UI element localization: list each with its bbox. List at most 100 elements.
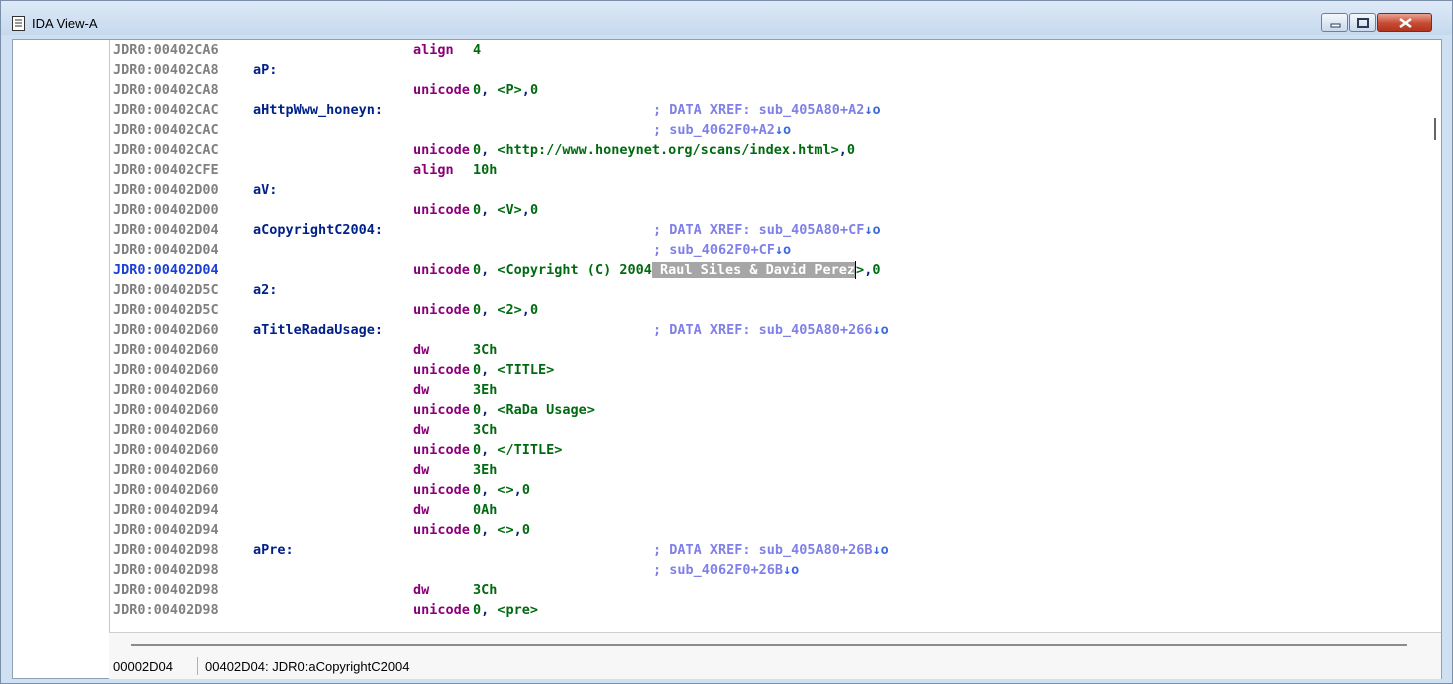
scrollbar-thumb[interactable] [1434, 118, 1436, 140]
label-name[interactable]: aP: [253, 60, 277, 80]
xref-comment[interactable]: ; DATA XREF: sub_405A80+A2↓o [653, 100, 881, 120]
restore-button[interactable] [1349, 13, 1376, 32]
address[interactable]: JDR0:00402CFE [113, 160, 219, 180]
address[interactable]: JDR0:00402D04 [113, 260, 219, 280]
mnemonic[interactable]: unicode [413, 520, 470, 540]
operands[interactable]: 0, <2>,0 [473, 300, 538, 320]
operands[interactable]: 0Ah [473, 500, 497, 520]
address[interactable]: JDR0:00402D60 [113, 460, 219, 480]
listing-line[interactable]: JDR0:00402D60 unicode 0, <RaDa Usage> [110, 400, 1410, 420]
label-name[interactable]: a2: [253, 280, 277, 300]
address[interactable]: JDR0:00402D60 [113, 340, 219, 360]
vertical-scrollbar[interactable] [1429, 40, 1441, 632]
listing-line[interactable]: JDR0:00402D60 dw 3Eh [110, 380, 1410, 400]
listing-line[interactable]: •JDR0:00402D98dw3Ch [110, 580, 1410, 600]
listing-line[interactable]: •JDR0:00402D5Cunicode0, <2>,0 [110, 300, 1410, 320]
mnemonic[interactable]: unicode [413, 360, 470, 380]
listing-line[interactable]: JDR0:00402D5C a2: [110, 280, 1410, 300]
xref-comment[interactable]: ; DATA XREF: sub_405A80+26B↓o [653, 540, 889, 560]
listing-line[interactable]: •JDR0:00402D60dw3Ch [110, 340, 1410, 360]
operands[interactable]: 0, </TITLE> [473, 440, 562, 460]
listing-line[interactable]: JDR0:00402D98 unicode 0, <pre> [110, 600, 1410, 620]
operands[interactable]: 3Ch [473, 580, 497, 600]
address[interactable]: JDR0:00402D04 [113, 240, 219, 260]
mnemonic[interactable]: dw [413, 340, 429, 360]
listing-line[interactable]: JDR0:00402D60 dw 3Eh [110, 460, 1410, 480]
operands[interactable]: 3Ch [473, 340, 497, 360]
address[interactable]: JDR0:00402CA8 [113, 60, 219, 80]
listing-line[interactable]: JDR0:00402D60 unicode 0, <TITLE> [110, 360, 1410, 380]
mnemonic[interactable]: dw [413, 580, 429, 600]
address[interactable]: JDR0:00402D60 [113, 400, 219, 420]
label-name[interactable]: aCopyrightC2004: [253, 220, 383, 240]
listing-line[interactable]: JDR0:00402D98 aPre: ; DATA XREF: sub_405A8… [110, 540, 1410, 560]
address[interactable]: JDR0:00402D60 [113, 480, 219, 500]
listing-line[interactable]: JDR0:00402D60 unicode 0, <>,0 [110, 480, 1410, 500]
listing-line[interactable]: •JDR0:00402CA8unicode0, <P>,0 [110, 80, 1410, 100]
address[interactable]: JDR0:00402CAC [113, 140, 219, 160]
listing-line[interactable]: JDR0:00402D60 unicode 0, </TITLE> [110, 440, 1410, 460]
listing-line[interactable]: •JDR0:00402CA6align4 [110, 40, 1410, 60]
listing-line[interactable]: JDR0:00402CAC ; sub_4062F0+A2↓o [110, 120, 1410, 140]
mnemonic[interactable]: unicode [413, 260, 470, 280]
mnemonic[interactable]: unicode [413, 300, 470, 320]
address[interactable]: JDR0:00402CAC [113, 120, 219, 140]
operands[interactable]: 0, <Copyright (C) 2004 Raul Siles & Davi… [473, 260, 880, 280]
address[interactable]: JDR0:00402D60 [113, 360, 219, 380]
listing-line[interactable]: •JDR0:00402D00unicode0, <V>,0 [110, 200, 1410, 220]
address[interactable]: JDR0:00402D00 [113, 200, 219, 220]
operands[interactable]: 0, <V>,0 [473, 200, 538, 220]
listing-line[interactable]: •JDR0:00402CACunicode0, <http://www.hone… [110, 140, 1410, 160]
operands[interactable]: 0, <pre> [473, 600, 538, 620]
address[interactable]: JDR0:00402D60 [113, 320, 219, 340]
listing-line[interactable]: JDR0:00402D04 ; sub_4062F0+CF↓o [110, 240, 1410, 260]
listing-line[interactable]: •JDR0:00402D04unicode0, <Copyright (C) 2… [110, 260, 1410, 280]
mnemonic[interactable]: unicode [413, 480, 470, 500]
mnemonic[interactable]: dw [413, 500, 429, 520]
listing-line[interactable]: JDR0:00402D60 dw 3Ch [110, 420, 1410, 440]
operands[interactable]: 0, <RaDa Usage> [473, 400, 595, 420]
address[interactable]: JDR0:00402D60 [113, 440, 219, 460]
operands[interactable]: 3Ch [473, 420, 497, 440]
listing-line[interactable]: •JDR0:00402CFEalign10h [110, 160, 1410, 180]
listing-line[interactable]: •JDR0:00402D94dw0Ah [110, 500, 1410, 520]
xref-comment[interactable]: ; DATA XREF: sub_405A80+266↓o [653, 320, 889, 340]
address[interactable]: JDR0:00402CA8 [113, 80, 219, 100]
address[interactable]: JDR0:00402D98 [113, 600, 219, 620]
address[interactable]: JDR0:00402CAC [113, 100, 219, 120]
mnemonic[interactable]: dw [413, 460, 429, 480]
mnemonic[interactable]: align [413, 160, 454, 180]
operands[interactable]: 3Eh [473, 380, 497, 400]
address[interactable]: JDR0:00402D60 [113, 380, 219, 400]
address[interactable]: JDR0:00402D5C [113, 300, 219, 320]
label-name[interactable]: aPre: [253, 540, 294, 560]
mnemonic[interactable]: align [413, 40, 454, 60]
xref-comment[interactable]: ; sub_4062F0+26B↓o [653, 560, 799, 580]
listing-line[interactable]: JDR0:00402D94 unicode 0, <>,0 [110, 520, 1410, 540]
operands[interactable]: 0, <TITLE> [473, 360, 554, 380]
address[interactable]: JDR0:00402D94 [113, 500, 219, 520]
close-button[interactable] [1377, 13, 1432, 32]
label-name[interactable]: aTitleRadaUsage: [253, 320, 383, 340]
xref-comment[interactable]: ; DATA XREF: sub_405A80+CF↓o [653, 220, 881, 240]
mnemonic[interactable]: unicode [413, 200, 470, 220]
operands[interactable]: 4 [473, 40, 481, 60]
minimize-button[interactable] [1321, 13, 1348, 32]
listing-line[interactable]: JDR0:00402CAC aHttpWww_honeyn: ; DATA XREF… [110, 100, 1410, 120]
operands[interactable]: 0, <http://www.honeynet.org/scans/index.… [473, 140, 855, 160]
operands[interactable]: 0, <>,0 [473, 520, 530, 540]
listing-line[interactable]: JDR0:00402CA8 aP: [110, 60, 1410, 80]
address[interactable]: JDR0:00402D94 [113, 520, 219, 540]
mnemonic[interactable]: unicode [413, 400, 470, 420]
mnemonic[interactable]: dw [413, 380, 429, 400]
xref-comment[interactable]: ; sub_4062F0+CF↓o [653, 240, 791, 260]
address[interactable]: JDR0:00402D00 [113, 180, 219, 200]
listing-line[interactable]: JDR0:00402D04 aCopyrightC2004: ; DATA XREF… [110, 220, 1410, 240]
address[interactable]: JDR0:00402D98 [113, 580, 219, 600]
mnemonic[interactable]: unicode [413, 80, 470, 100]
xref-comment[interactable]: ; sub_4062F0+A2↓o [653, 120, 791, 140]
address[interactable]: JDR0:00402D5C [113, 280, 219, 300]
operands[interactable]: 3Eh [473, 460, 497, 480]
disassembly-listing[interactable]: •JDR0:00402CA6align4JDR0:00402CA8aP:•JDR… [109, 40, 1428, 632]
address[interactable]: JDR0:00402D98 [113, 540, 219, 560]
